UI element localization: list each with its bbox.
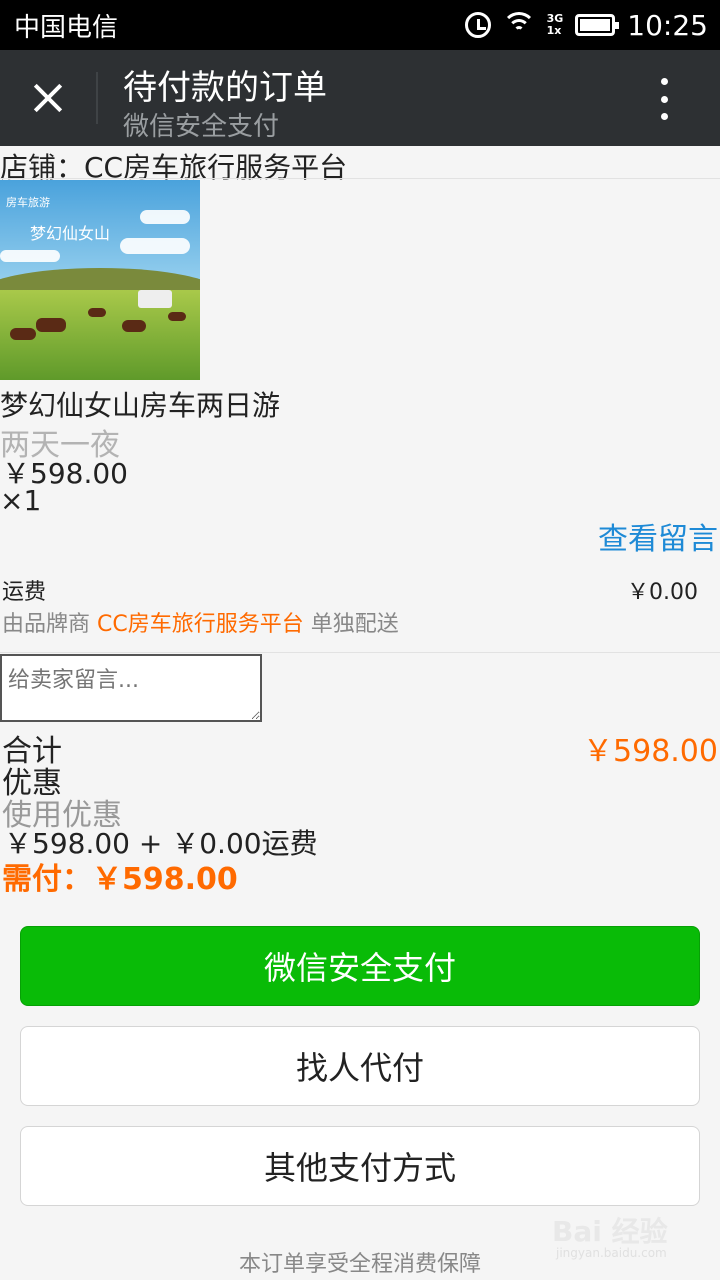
battery-icon [575,14,620,36]
product-image[interactable]: 房车旅游 梦幻仙女山 [0,180,200,380]
find-payer-button[interactable]: 找人代付 [20,1026,700,1106]
divider [0,652,720,653]
seller-message-input[interactable] [0,654,262,722]
image-rv [138,290,172,308]
cellular-signal-icon: 3G 1x [547,13,564,37]
alarm-icon [464,12,491,38]
image-cloud [0,250,60,262]
view-message-link[interactable]: 查看留言 [598,514,718,558]
watermark-logo: Bai 经验 [552,1215,668,1248]
image-horse [10,328,36,340]
shipping-desc-suffix: 单独配送 [310,612,399,637]
shipping-label: 运费 [2,580,47,605]
wifi-icon [502,12,535,38]
clock: 10:25 [627,8,708,42]
status-icons: 3G 1x 10:25 [464,8,708,42]
image-cloud [140,210,190,224]
wechat-pay-button[interactable]: 微信安全支付 [20,926,700,1006]
network-type-bottom: 1x [546,24,562,37]
carrier-label: 中国电信 [14,12,119,43]
divider [0,178,720,179]
image-cloud [120,238,190,254]
image-horse [88,308,106,317]
shipping-fee: ￥0.00 [627,580,698,605]
page-title: 待付款的订单 [123,68,327,108]
other-payment-button[interactable]: 其他支付方式 [20,1126,700,1206]
shipping-description: 由品牌商 CC房车旅行服务平台 单独配送 [2,606,399,638]
image-caption: 房车旅游 [6,196,50,209]
shipping-brand: CC房车旅行服务平台 [97,612,304,637]
status-bar: 中国电信 3G 1x 10:25 [0,0,720,50]
more-options-icon[interactable] [644,74,684,124]
title-divider [96,72,98,124]
image-title: 梦幻仙女山 [30,224,111,243]
image-horse [122,320,146,332]
image-horse [36,318,66,332]
total-value: ￥598.00 [583,734,718,769]
page-subtitle: 微信安全支付 [123,112,280,142]
guarantee-notice: 本订单享受全程消费保障 [238,1252,481,1277]
product-quantity: ×1 [0,484,42,517]
order-page: 中国电信 3G 1x 10:25 待付款的订单 微信安全支付 店铺：CC房车旅行… [0,0,720,1280]
amount-due: 需付：￥598.00 [2,862,238,897]
product-name[interactable]: 梦幻仙女山房车两日游 [0,384,280,424]
title-bar: 待付款的订单 微信安全支付 [0,50,720,146]
close-icon[interactable] [20,70,76,126]
shipping-desc-prefix: 由品牌商 [2,612,91,637]
image-horse [168,312,186,321]
